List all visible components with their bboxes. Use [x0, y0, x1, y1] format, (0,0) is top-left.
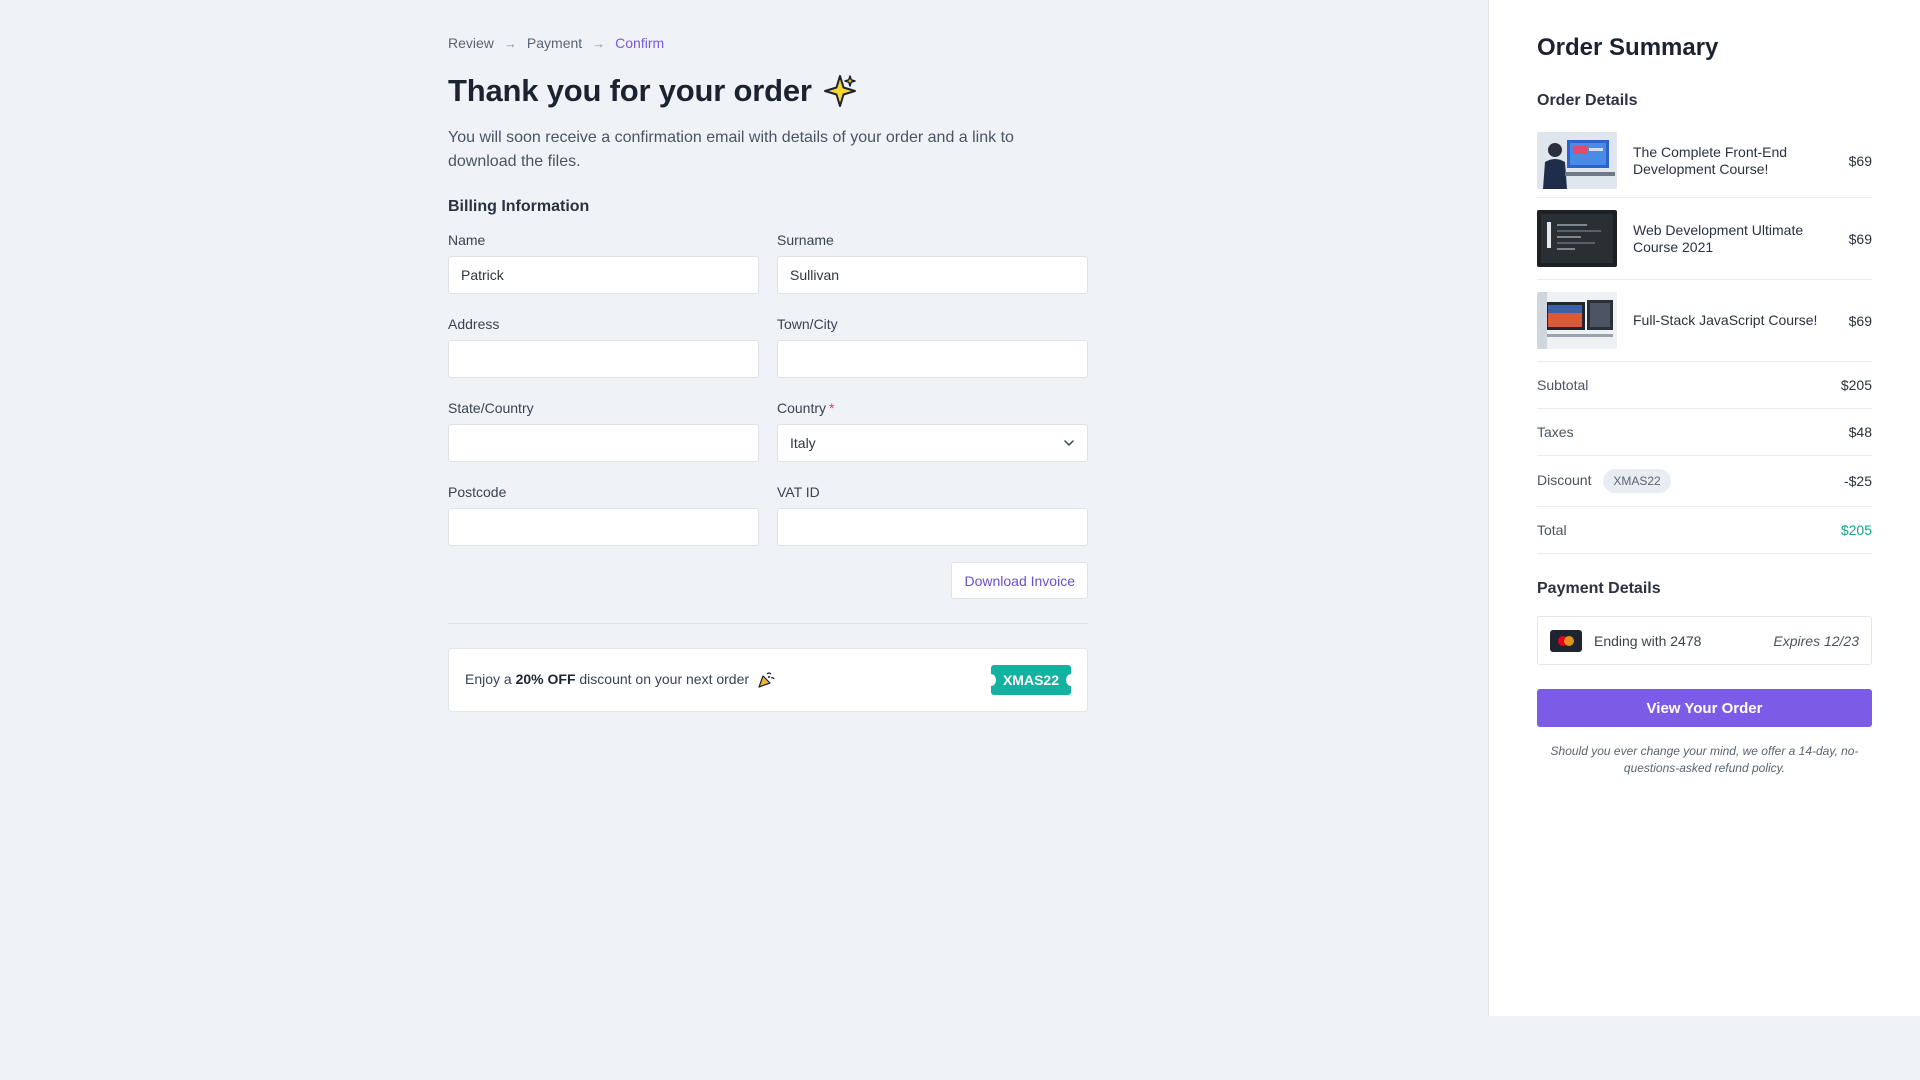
address-input[interactable] — [448, 340, 759, 378]
coupon-code[interactable]: XMAS22 — [985, 665, 1077, 695]
card-ending: Ending with 2478 — [1594, 632, 1702, 649]
vat-field-group: VAT ID — [777, 484, 1088, 546]
billing-form: Name Patrick Surname Sullivan Address To… — [448, 232, 1088, 546]
address-field-group: Address — [448, 316, 759, 378]
total-row: Total $205 — [1537, 507, 1872, 554]
promo-suffix: discount on your next order — [579, 670, 750, 687]
name-label: Name — [448, 232, 486, 248]
chevron-down-icon — [1064, 440, 1074, 446]
item-name: The Complete Front-End Development Cours… — [1633, 143, 1788, 177]
billing-title: Billing Information — [448, 198, 590, 215]
confirmation-message: You will soon receive a confirmation ema… — [448, 129, 1014, 170]
checkout-main: Review → Payment → Confirm Thank you for… — [448, 30, 1088, 712]
promo-banner: Enjoy a 20% OFF discount on your next or… — [448, 648, 1088, 712]
list-item[interactable]: Full-Stack JavaScript Course! $69 — [1537, 280, 1872, 362]
page-title-text: Thank you for your order — [448, 73, 812, 108]
breadcrumb-confirm[interactable]: Confirm — [615, 35, 664, 51]
form-actions: Download Invoice — [448, 562, 1088, 599]
discount-label: Discount — [1537, 472, 1592, 488]
breadcrumb-payment[interactable]: Payment — [527, 35, 582, 51]
required-mark: * — [829, 400, 835, 416]
payment-details-title: Payment Details — [1537, 580, 1661, 597]
arrow-right-icon: → — [592, 35, 606, 51]
state-field-group: State/Country — [448, 400, 759, 462]
course-thumbnail — [1537, 210, 1617, 267]
name-input[interactable]: Patrick — [448, 256, 759, 294]
course-thumbnail — [1537, 292, 1617, 349]
card-expiry: Expires 12/23 — [1773, 632, 1859, 649]
discount-value: -$25 — [1843, 473, 1872, 489]
view-order-button[interactable]: View Your Order — [1537, 689, 1872, 727]
divider — [448, 623, 1088, 624]
taxes-label: Taxes — [1537, 424, 1574, 440]
breadcrumb: Review → Payment → Confirm — [448, 30, 1088, 56]
town-label: Town/City — [777, 316, 838, 332]
item-price: $69 — [1848, 152, 1872, 169]
surname-label: Surname — [777, 232, 834, 248]
discount-code-badge: XMAS22 — [1603, 469, 1671, 493]
total-label: Total — [1537, 522, 1567, 538]
town-input[interactable] — [777, 340, 1088, 378]
item-name: Full-Stack JavaScript Course! — [1633, 312, 1818, 328]
order-summary-panel: Order Summary Order Details The Complete… — [1488, 0, 1920, 1016]
refund-policy-note: Should you ever change your mind, we off… — [1550, 744, 1859, 775]
promo-prefix: Enjoy a — [465, 670, 512, 687]
country-select[interactable]: Italy — [777, 424, 1088, 462]
subtotal-row: Subtotal $205 — [1537, 362, 1872, 409]
taxes-value: $48 — [1848, 424, 1872, 440]
total-value: $205 — [1840, 522, 1872, 538]
order-summary-title: Order Summary — [1537, 34, 1719, 61]
discount-label-group: Discount XMAS22 — [1537, 469, 1671, 493]
postcode-label: Postcode — [448, 484, 507, 500]
surname-input[interactable]: Sullivan — [777, 256, 1088, 294]
state-label: State/Country — [448, 400, 534, 416]
country-label: Country * — [777, 400, 1088, 416]
country-label-text: Country — [777, 400, 827, 416]
subtotal-label: Subtotal — [1537, 377, 1589, 393]
download-invoice-button[interactable]: Download Invoice — [951, 562, 1088, 599]
country-value: Italy — [790, 435, 816, 451]
order-details-title: Order Details — [1537, 92, 1638, 109]
name-field-group: Name Patrick — [448, 232, 759, 294]
order-items: The Complete Front-End Development Cours… — [1537, 124, 1872, 362]
town-field-group: Town/City — [777, 316, 1088, 378]
postcode-field-group: Postcode — [448, 484, 759, 546]
discount-row: Discount XMAS22 -$25 — [1537, 456, 1872, 507]
taxes-row: Taxes $48 — [1537, 409, 1872, 456]
postcode-input[interactable] — [448, 508, 759, 546]
surname-field-group: Surname Sullivan — [777, 232, 1088, 294]
sparkle-icon — [823, 75, 856, 107]
promo-highlight: 20% OFF — [515, 670, 576, 687]
course-thumbnail — [1537, 132, 1617, 189]
party-popper-icon — [758, 672, 775, 688]
promo-text: Enjoy a 20% OFF discount on your next or… — [465, 671, 775, 689]
vat-label: VAT ID — [777, 484, 820, 500]
payment-card: Ending with 2478 Expires 12/23 — [1537, 616, 1872, 665]
list-item[interactable]: The Complete Front-End Development Cours… — [1537, 124, 1872, 198]
vat-input[interactable] — [777, 508, 1088, 546]
page-title: Thank you for your order — [448, 70, 1088, 112]
item-price: $69 — [1848, 230, 1872, 247]
country-field-group: Country * Italy — [777, 400, 1088, 462]
list-item[interactable]: Web Development Ultimate Course 2021 $69 — [1537, 198, 1872, 280]
item-price: $69 — [1848, 312, 1872, 329]
item-name: Web Development Ultimate Course 2021 — [1633, 221, 1804, 255]
state-input[interactable] — [448, 424, 759, 462]
mastercard-icon — [1550, 629, 1582, 652]
address-label: Address — [448, 316, 500, 332]
arrow-right-icon: → — [503, 35, 517, 51]
breadcrumb-review[interactable]: Review — [448, 35, 494, 51]
subtotal-value: $205 — [1840, 377, 1872, 393]
